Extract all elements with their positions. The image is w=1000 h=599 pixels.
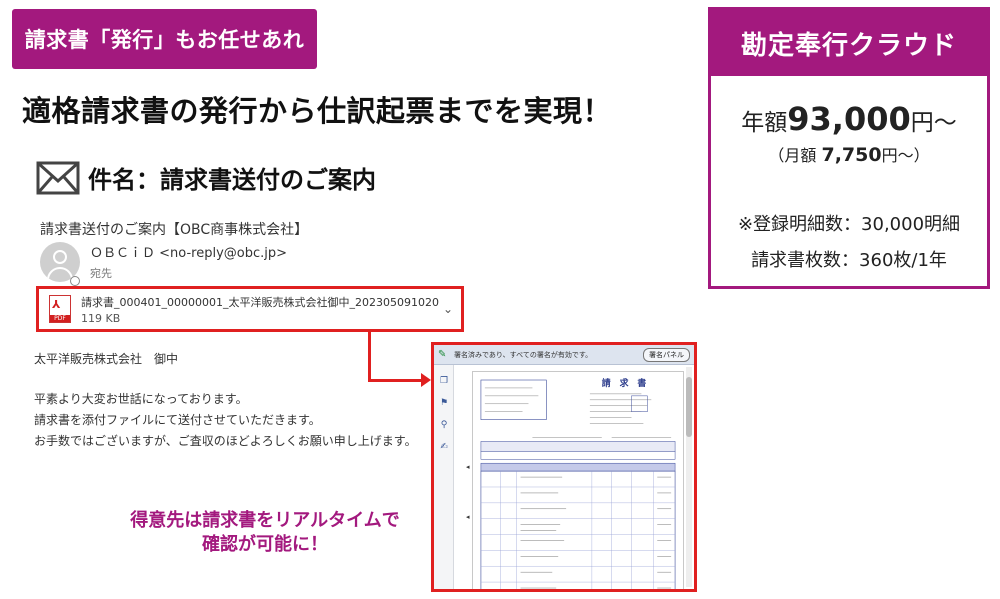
monthly-price-open: （月額 (768, 146, 822, 165)
viewer-sidebar: ❐ ⚑ ⚲ ✍ (434, 365, 454, 589)
monthly-price: （月額 7,750円～） (711, 142, 987, 166)
signature-icon: ✎ (438, 348, 447, 360)
monthly-price-close: 円～） (881, 146, 930, 165)
body-line-3: お手数ではございますが、ご査収のほどよろしくお願い申し上げます。 (34, 434, 417, 448)
feature-banner: 請求書「発行」もお任せあれ (12, 9, 317, 69)
body-line-1: 平素より大変お世話になっております。 (34, 392, 248, 406)
headline: 適格請求書の発行から仕訳起票までを実現！ (22, 94, 613, 128)
attachment-size: 119 KB (81, 311, 121, 325)
mail-title: 請求書送付のご案内【OBC商事株式会社】 (40, 222, 309, 238)
mail-icon (36, 161, 80, 194)
feature-banner-label: 請求書「発行」もお任せあれ (24, 28, 305, 52)
callout-line-2: 確認が可能に！ (202, 534, 328, 555)
presence-dot (70, 276, 80, 286)
note-invoice-count: 請求書枚数：360枚/1年 (751, 250, 947, 271)
sign-pen-icon[interactable]: ✍ (438, 441, 450, 453)
left-arrow-icon: ◂ (466, 463, 470, 471)
connector-line (368, 332, 371, 382)
invoice-title: 請 求 書 (602, 377, 647, 389)
email-subject: 請求書送付のご案内 (160, 166, 376, 194)
product-name: 勘定奉行クラウド (711, 10, 987, 76)
signature-status-bar: ✎ 署名済みであり、すべての署名が有効です。 署名パネル (434, 345, 694, 365)
annual-price-prefix: 年額 (741, 110, 788, 136)
pdf-file-label: PDF (50, 315, 70, 322)
price-box: 勘定奉行クラウド 年額93,000円～ （月額 7,750円～） ※登録明細数：… (708, 7, 990, 289)
viewer-scrollbar[interactable] (686, 367, 692, 587)
annual-price-amount: 93,000 (787, 100, 911, 138)
invoice-page: 請 求 書 (472, 371, 684, 589)
connector-line-horizontal (368, 379, 422, 382)
recipient-label: 宛先 (90, 267, 112, 280)
bookmark-icon[interactable]: ⚑ (438, 397, 450, 409)
body-addressee: 太平洋販売株式会社 御中 (34, 352, 179, 366)
connector-arrow (421, 373, 431, 387)
pdf-file-icon: ⅄ PDF (49, 295, 71, 323)
sender-address[interactable]: ＯＢＣｉＤ <no-reply@obc.jp> (90, 242, 287, 261)
callout: 得意先は請求書をリアルタイムで 確認が可能に！ (100, 509, 430, 557)
signature-panel-button[interactable]: 署名パネル (643, 347, 690, 362)
signature-status: 署名済みであり、すべての署名が有効です。 (454, 350, 593, 359)
monthly-price-amount: 7,750 (821, 144, 882, 166)
note-registered-rows: ※登録明細数：30,000明細 (737, 214, 961, 235)
email-subject-prefix: 件名： (88, 166, 160, 194)
annual-price: 年額93,000円～ (711, 100, 987, 138)
pages-icon[interactable]: ❐ (438, 375, 450, 387)
pdf-viewer: ✎ 署名済みであり、すべての署名が有効です。 署名パネル ❐ ⚑ ⚲ ✍ ◂ ◂… (431, 342, 697, 592)
left-arrow-icon-2: ◂ (466, 513, 470, 521)
attachment-icon[interactable]: ⚲ (438, 419, 450, 431)
chevron-down-icon[interactable]: ⌄ (439, 302, 457, 316)
attachment[interactable]: ⅄ PDF 請求書_000401_00000001_太平洋販売株式会社御中_20… (36, 286, 464, 332)
body-line-2: 請求書を添付ファイルにて送付させていただきます。 (34, 413, 321, 427)
email-subject-row: 件名： 請求書送付のご案内 (36, 160, 376, 195)
attachment-name: 請求書_000401_00000001_太平洋販売株式会社御中_20230509… (81, 295, 439, 309)
annual-price-suffix: 円～ (910, 110, 957, 136)
callout-line-1: 得意先は請求書をリアルタイムで (130, 510, 400, 531)
